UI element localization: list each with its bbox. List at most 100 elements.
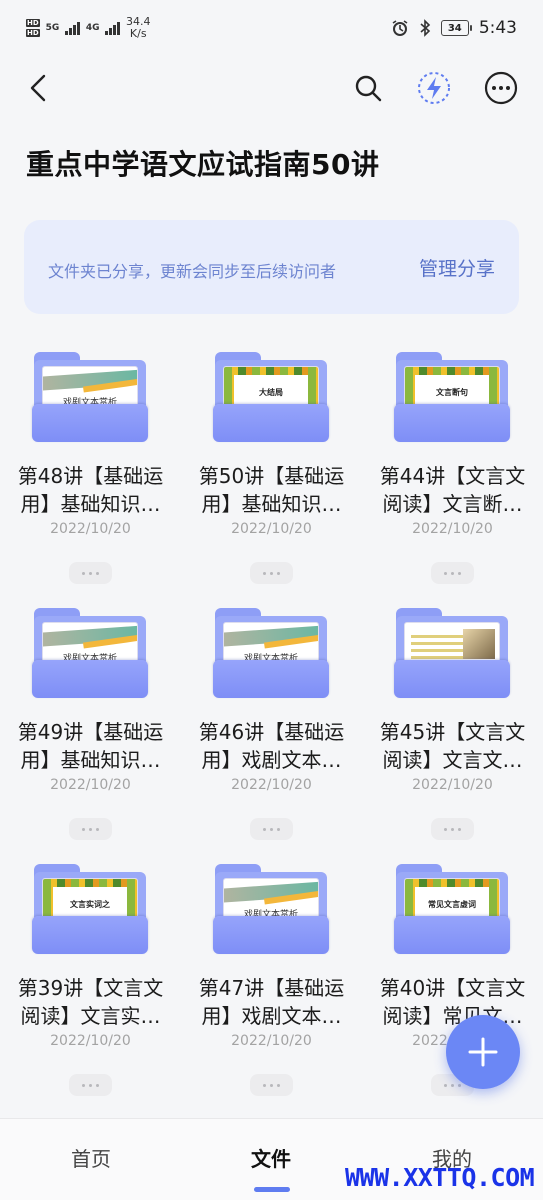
folder-item[interactable]: 大结局 第50讲【基础运 用】基础知识… 2022/10/20 — [181, 346, 362, 602]
folder-name: 第45讲【文言文 阅读】文言文… — [366, 718, 539, 774]
folder-name-line2: 阅读】文言文… — [382, 748, 523, 772]
folder-icon: 戏剧文本赏析 — [32, 602, 148, 698]
bluetooth-icon — [420, 19, 430, 37]
status-left: HD HD 5G 4G 34.4 K/s — [26, 16, 150, 40]
folder-date: 2022/10/20 — [50, 521, 131, 537]
alarm-icon — [392, 20, 408, 36]
lightning-icon[interactable] — [416, 70, 452, 106]
battery-icon: 34 — [440, 20, 472, 36]
folder-item[interactable]: 文言断句 第44讲【文言文 阅读】文言断… 2022/10/20 — [362, 346, 543, 602]
folder-front — [213, 404, 329, 442]
folder-icon: 文言实词之 — [32, 858, 148, 954]
folder-more-button[interactable] — [69, 1074, 112, 1096]
folder-front — [394, 916, 510, 954]
signal-icon — [65, 21, 80, 35]
folder-name-line2: 用】基础知识… — [20, 748, 161, 772]
status-right: 34 5:43 — [391, 18, 517, 38]
manage-share-button[interactable]: 管理分享 — [419, 254, 495, 281]
thumb-title: 文言断句 — [436, 388, 468, 397]
folder-more-button[interactable] — [69, 562, 112, 584]
folder-more-button[interactable] — [250, 818, 293, 840]
folder-name: 第46讲【基础运 用】戏剧文本… — [185, 718, 358, 774]
folder-more-button[interactable] — [69, 818, 112, 840]
folder-name-line1: 第44讲【文言文 — [379, 464, 526, 488]
folder-more-button[interactable] — [250, 1074, 293, 1096]
folder-item[interactable]: 戏剧文本赏析 第46讲【基础运 用】戏剧文本… 2022/10/20 — [181, 602, 362, 858]
share-status-text: 文件夹已分享，更新会同步至后续访问者 — [48, 262, 337, 281]
folder-front — [394, 404, 510, 442]
folder-name-line1: 第46讲【基础运 — [198, 720, 345, 744]
folder-item[interactable]: 戏剧文本赏析 第49讲【基础运 用】基础知识… 2022/10/20 — [0, 602, 181, 858]
folder-date: 2022/10/20 — [231, 777, 312, 793]
thumb-title: 常见文言虚词 — [428, 900, 476, 909]
thumb-title: 文言实词之 — [70, 900, 110, 909]
add-button[interactable] — [446, 1015, 520, 1089]
folder-icon: 戏剧文本赏析 — [213, 858, 329, 954]
folder-more-button[interactable] — [431, 818, 474, 840]
folder-front — [394, 660, 510, 698]
thumb-picture — [463, 629, 495, 659]
folder-name-line1: 第47讲【基础运 — [198, 976, 345, 1000]
folder-name-line1: 第39讲【文言文 — [17, 976, 164, 1000]
folder-item[interactable]: 文言实词之 第39讲【文言文 阅读】文言实… 2022/10/20 — [0, 858, 181, 1114]
folder-name-line2: 阅读】常见文… — [382, 1004, 523, 1028]
sim-icon: HD HD — [26, 19, 40, 37]
folder-front — [32, 660, 148, 698]
tab-active-indicator — [254, 1187, 290, 1192]
folder-name: 第48讲【基础运 用】基础知识… — [4, 462, 177, 518]
folder-item[interactable]: 第45讲【文言文 阅读】文言文… 2022/10/20 — [362, 602, 543, 858]
folder-name-line1: 第49讲【基础运 — [17, 720, 164, 744]
folder-name-line2: 阅读】文言断… — [382, 492, 523, 516]
folder-name: 第39讲【文言文 阅读】文言实… — [4, 974, 177, 1030]
signal-icon-2 — [105, 21, 120, 35]
folder-more-button[interactable] — [250, 562, 293, 584]
folder-name-line2: 用】戏剧文本… — [201, 1004, 342, 1028]
status-bar: HD HD 5G 4G 34.4 K/s 34 5:43 — [0, 0, 543, 60]
folder-front — [213, 916, 329, 954]
folder-item[interactable]: 戏剧文本赏析 第48讲【基础运 用】基础知识… 2022/10/20 — [0, 346, 181, 602]
tab-home[interactable]: 首页 — [31, 1143, 151, 1172]
folder-item[interactable]: 常见文言虚词 第40讲【文言文 阅读】常见文… 2022/10/20 — [362, 858, 543, 1114]
folder-date: 2022/10/20 — [412, 521, 493, 537]
more-icon[interactable] — [484, 71, 518, 105]
network-speed-unit: K/s — [129, 27, 147, 40]
folder-item[interactable]: 戏剧文本赏析 第47讲【基础运 用】戏剧文本… 2022/10/20 — [181, 858, 362, 1114]
folder-date: 2022/10/20 — [231, 1033, 312, 1049]
folder-name: 第40讲【文言文 阅读】常见文… — [366, 974, 539, 1030]
watermark: WWW.XXTTQ.COM — [345, 1163, 535, 1192]
folder-icon: 戏剧文本赏析 — [213, 602, 329, 698]
clock: 5:43 — [478, 18, 517, 38]
thumb-title: 大结局 — [259, 388, 283, 397]
folder-date: 2022/10/20 — [412, 777, 493, 793]
folder-name-line2: 用】戏剧文本… — [201, 748, 342, 772]
plus-icon — [468, 1037, 498, 1067]
folder-date: 2022/10/20 — [50, 1033, 131, 1049]
network-5g-label: 5G — [45, 23, 60, 33]
folder-name: 第44讲【文言文 阅读】文言断… — [366, 462, 539, 518]
page-title: 重点中学语文应试指南50讲 — [26, 148, 380, 181]
nav-bar — [0, 64, 543, 112]
folder-name-line1: 第50讲【基础运 — [198, 464, 345, 488]
folder-name: 第49讲【基础运 用】基础知识… — [4, 718, 177, 774]
network-4g-label: 4G — [85, 23, 100, 33]
folder-date: 2022/10/20 — [50, 777, 131, 793]
folder-name-line1: 第45讲【文言文 — [379, 720, 526, 744]
tab-files[interactable]: 文件 — [211, 1143, 331, 1172]
search-icon[interactable] — [352, 72, 384, 104]
back-icon[interactable] — [24, 72, 56, 104]
folder-icon: 大结局 — [213, 346, 329, 442]
folder-name-line2: 用】基础知识… — [201, 492, 342, 516]
folder-date: 2022/10/20 — [231, 521, 312, 537]
folder-icon — [394, 602, 510, 698]
share-banner: 文件夹已分享，更新会同步至后续访问者 管理分享 — [24, 220, 519, 314]
folder-front — [32, 916, 148, 954]
folder-icon: 戏剧文本赏析 — [32, 346, 148, 442]
folder-name-line2: 用】基础知识… — [20, 492, 161, 516]
folder-name: 第50讲【基础运 用】基础知识… — [185, 462, 358, 518]
folder-name: 第47讲【基础运 用】戏剧文本… — [185, 974, 358, 1030]
folder-icon: 常见文言虚词 — [394, 858, 510, 954]
folder-more-button[interactable] — [431, 562, 474, 584]
folder-front — [32, 404, 148, 442]
folder-name-line1: 第40讲【文言文 — [379, 976, 526, 1000]
folder-front — [213, 660, 329, 698]
